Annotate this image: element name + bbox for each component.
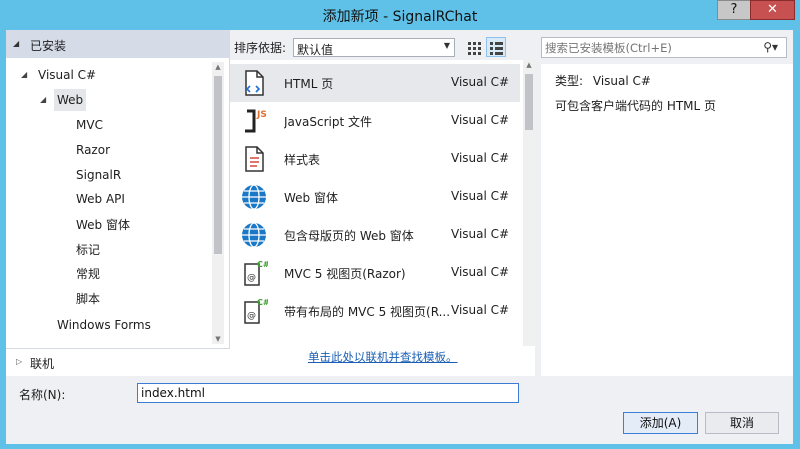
chevron-down-icon: ▼	[443, 41, 450, 50]
tree-item-scripts[interactable]: 脚本	[76, 288, 100, 310]
search-box[interactable]: ⚲▾	[541, 37, 787, 58]
template-name: MVC 5 视图页(Razor)	[284, 267, 406, 281]
list-item-mvc-view-razor[interactable]: @ C# MVC 5 视图页(Razor) Visual C#	[230, 254, 520, 292]
template-name: 包含母版页的 Web 窗体	[284, 229, 414, 243]
template-language: Visual C#	[451, 75, 510, 89]
template-name: Web 窗体	[284, 191, 338, 205]
tree-item-markup[interactable]: 标记	[76, 239, 100, 261]
tree-item-web-api[interactable]: Web API	[76, 188, 125, 210]
search-icon[interactable]: ⚲▾	[763, 40, 778, 54]
svg-text:C#: C#	[257, 298, 268, 307]
details-panel: 类型: Visual C# 可包含客户端代码的 HTML 页	[541, 64, 793, 376]
category-tree: ◢ Visual C# ◢ Web MVC Razor SignalR Web …	[6, 64, 216, 344]
sort-value: 默认值	[297, 43, 334, 57]
tree-item-signalr[interactable]: SignalR	[76, 164, 121, 186]
template-name: 带有布局的 MVC 5 视图页(R...	[284, 305, 451, 319]
expanded-arrow-icon: ◢	[40, 95, 47, 104]
template-language: Visual C#	[451, 303, 510, 317]
installed-section-header[interactable]: ◢ 已安装	[6, 30, 230, 58]
template-language: Visual C#	[451, 151, 510, 165]
tree-item-general[interactable]: 常规	[76, 263, 100, 285]
html-page-icon	[245, 70, 264, 96]
window-title: 添加新项 - SignalRChat	[322, 9, 478, 25]
tree-item-label: Web	[57, 93, 84, 107]
cancel-button[interactable]: 取消	[705, 412, 779, 434]
tree-item-web-forms[interactable]: Web 窗体	[76, 214, 130, 236]
sort-dropdown[interactable]: 默认值 ▼	[293, 38, 455, 57]
template-language: Visual C#	[451, 113, 510, 127]
scroll-down-arrow-icon[interactable]: ▼	[212, 335, 224, 343]
svg-text:C#: C#	[257, 260, 268, 269]
razor-view-icon: @ C#	[244, 260, 268, 286]
collapsed-arrow-icon: ▷	[16, 357, 23, 366]
template-description: 可包含客户端代码的 HTML 页	[555, 99, 717, 113]
list-view-button[interactable]	[486, 37, 506, 57]
list-item-javascript-file[interactable]: JS JavaScript 文件 Visual C#	[230, 102, 520, 140]
type-value: Visual C#	[592, 74, 651, 88]
stylesheet-icon	[245, 146, 264, 172]
scroll-up-arrow-icon[interactable]: ▲	[523, 61, 535, 69]
template-list: HTML 页 Visual C# JS JavaScript 文件 Visual…	[230, 60, 535, 364]
expanded-arrow-icon: ◢	[21, 70, 28, 79]
type-row: 类型: Visual C#	[555, 72, 651, 89]
list-item-stylesheet[interactable]: 样式表 Visual C#	[230, 140, 520, 178]
tree-item-windows-forms[interactable]: Windows Forms	[57, 314, 151, 336]
scroll-up-arrow-icon[interactable]: ▲	[212, 63, 224, 71]
template-name: JavaScript 文件	[284, 115, 372, 129]
list-item-html-page[interactable]: HTML 页 Visual C#	[230, 64, 520, 102]
svg-text:JS: JS	[256, 110, 267, 120]
template-name: 样式表	[284, 153, 321, 167]
online-section-header[interactable]: ▷ 联机	[6, 348, 230, 376]
tree-item-visual-csharp[interactable]: ◢ Visual C#	[21, 64, 97, 86]
collapse-arrow-icon: ◢	[13, 39, 20, 48]
type-label: 类型:	[555, 74, 584, 88]
sort-toolbar: 排序依据: 默认值 ▼	[230, 30, 535, 60]
template-language: Visual C#	[451, 189, 510, 203]
list-item-web-forms[interactable]: Web 窗体 Visual C#	[230, 178, 520, 216]
tree-scrollbar[interactable]: ▲ ▼	[212, 62, 224, 344]
javascript-file-icon: JS	[245, 109, 267, 133]
online-link-area: 单击此处以联机并查找模板。	[230, 346, 535, 376]
tree-item-label: Visual C#	[38, 68, 97, 82]
name-input[interactable]	[141, 386, 511, 400]
search-input[interactable]	[545, 40, 755, 55]
scrollbar-thumb[interactable]	[525, 74, 533, 130]
title-bar: 添加新项 - SignalRChat ? ✕	[0, 0, 800, 30]
tree-item-web[interactable]: ◢ Web	[40, 89, 87, 111]
sort-label: 排序依据:	[234, 41, 287, 55]
find-templates-online-link[interactable]: 单击此处以联机并查找模板。	[308, 349, 458, 365]
installed-label: 已安装	[30, 39, 67, 53]
name-field[interactable]	[137, 383, 519, 403]
grid-view-button[interactable]	[463, 37, 483, 57]
template-language: Visual C#	[451, 265, 510, 279]
globe-icon	[242, 184, 266, 210]
razor-view-icon: @ C#	[244, 298, 268, 324]
scrollbar-thumb[interactable]	[214, 76, 222, 254]
dialog-body: ◢ 已安装 ◢ Visual C# ◢ Web MVC Razor Signal…	[6, 30, 793, 444]
list-item-web-forms-master[interactable]: 包含母版页的 Web 窗体 Visual C#	[230, 216, 520, 254]
name-label: 名称(N):	[19, 388, 66, 402]
category-panel: ◢ 已安装 ◢ Visual C# ◢ Web MVC Razor Signal…	[6, 30, 230, 376]
svg-text:@: @	[247, 311, 256, 321]
template-name: HTML 页	[284, 77, 334, 91]
template-scrollbar[interactable]: ▲ ▼	[523, 60, 535, 364]
online-label: 联机	[30, 357, 55, 371]
close-button[interactable]: ✕	[750, 0, 795, 20]
template-language: Visual C#	[451, 227, 510, 241]
globe-icon	[242, 222, 266, 248]
tree-item-mvc[interactable]: MVC	[76, 114, 103, 136]
help-button[interactable]: ?	[717, 0, 751, 20]
list-item-mvc-view-layout[interactable]: @ C# 带有布局的 MVC 5 视图页(R... Visual C#	[230, 292, 520, 330]
tree-item-razor[interactable]: Razor	[76, 139, 110, 161]
svg-text:@: @	[247, 273, 256, 283]
add-button[interactable]: 添加(A)	[623, 412, 698, 434]
